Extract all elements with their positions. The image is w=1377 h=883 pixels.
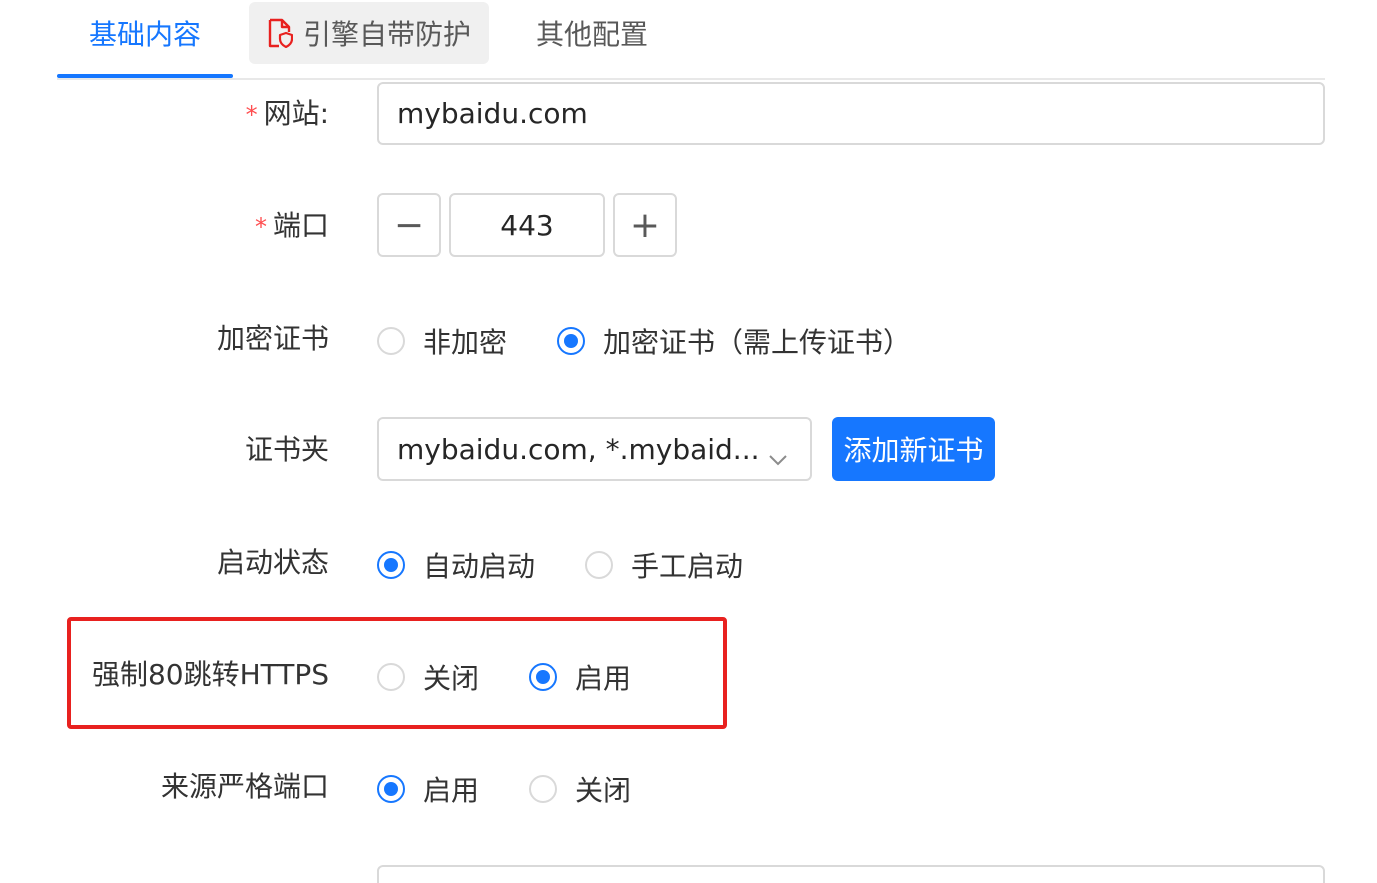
- radio-strict-port-on[interactable]: 启用: [377, 769, 479, 809]
- radio-force-https-on[interactable]: 启用: [529, 657, 631, 697]
- start-status-field-label: 启动状态: [216, 546, 329, 579]
- required-asterisk: *: [254, 213, 267, 241]
- port-input[interactable]: 443: [449, 193, 605, 257]
- site-config-form: 基础内容 引擎自带防护 其他配置 *网站: mybaidu.com *端口: [0, 0, 1377, 883]
- next-field-input[interactable]: [377, 865, 1325, 883]
- strict-port-field-label: 来源严格端口: [160, 770, 329, 803]
- site-input-value: mybaidu.com: [397, 97, 588, 130]
- cert-folder-select-value: mybaidu.com, *.mybaid...: [397, 432, 760, 466]
- port-increment-button[interactable]: +: [613, 193, 677, 257]
- radio-circle: [529, 775, 557, 803]
- tab-bar: 基础内容 引擎自带防护 其他配置: [57, 0, 1325, 80]
- tab-label: 其他配置: [535, 18, 648, 51]
- radio-circle: [377, 663, 405, 691]
- document-shield-icon: [267, 18, 294, 49]
- tab-other-config[interactable]: 其他配置: [517, 2, 667, 64]
- radio-circle: [377, 551, 405, 579]
- chevron-down-icon: [768, 441, 788, 474]
- plus-icon: +: [629, 204, 661, 246]
- radio-circle: [585, 551, 613, 579]
- cert-folder-select[interactable]: mybaidu.com, *.mybaid...: [377, 417, 812, 481]
- tab-engine-protection[interactable]: 引擎自带防护: [249, 2, 489, 64]
- add-new-cert-button[interactable]: 添加新证书: [832, 417, 995, 481]
- port-field-label: * 端口: [254, 209, 329, 242]
- cert-folder-field-label: 证书夹: [244, 433, 329, 466]
- radio-force-https-off[interactable]: 关闭: [377, 657, 479, 697]
- encryption-field-label: 加密证书: [216, 322, 329, 355]
- tab-bar-divider: [57, 78, 1325, 80]
- radio-circle: [377, 775, 405, 803]
- radio-auto-start[interactable]: 自动启动: [377, 545, 535, 585]
- radio-encrypted-cert[interactable]: 加密证书（需上传证书）: [557, 321, 911, 361]
- port-decrement-button[interactable]: −: [377, 193, 441, 257]
- tab-basic-content[interactable]: 基础内容: [57, 2, 233, 64]
- tab-label: 基础内容: [88, 18, 201, 51]
- tab-label: 引擎自带防护: [302, 18, 471, 51]
- radio-circle: [529, 663, 557, 691]
- force-https-field-label: 强制80跳转HTTPS: [91, 658, 329, 691]
- radio-no-encryption[interactable]: 非加密: [377, 321, 507, 361]
- site-input[interactable]: mybaidu.com: [377, 82, 1325, 145]
- radio-strict-port-off[interactable]: 关闭: [529, 769, 631, 809]
- active-tab-indicator: [57, 74, 233, 78]
- site-field-label: * 网站:: [245, 97, 329, 130]
- required-asterisk: *: [245, 101, 258, 129]
- minus-icon: −: [393, 204, 425, 246]
- radio-circle: [557, 327, 585, 355]
- port-input-value: 443: [500, 208, 554, 242]
- radio-manual-start[interactable]: 手工启动: [585, 545, 743, 585]
- radio-circle: [377, 327, 405, 355]
